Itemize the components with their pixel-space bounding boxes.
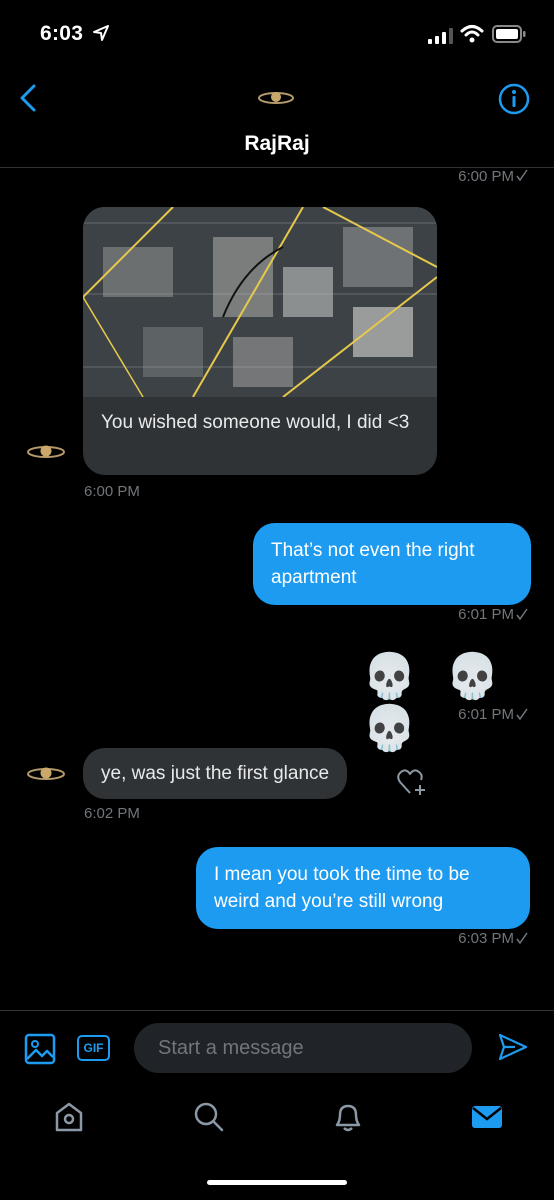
- sender-avatar[interactable]: [26, 762, 66, 786]
- image-icon[interactable]: [24, 1033, 56, 1065]
- info-icon[interactable]: [497, 82, 531, 116]
- wifi-icon: [460, 25, 484, 43]
- message-timestamp: 6:01 PM: [458, 606, 514, 623]
- mail-icon[interactable]: [470, 1100, 504, 1134]
- message-timestamp: 6:00 PM: [458, 168, 514, 185]
- send-icon[interactable]: [497, 1031, 529, 1063]
- back-chevron-icon[interactable]: [14, 82, 44, 114]
- location-arrow-icon: [93, 25, 109, 41]
- status-time: 6:03: [40, 22, 84, 45]
- contact-avatar[interactable]: [258, 88, 294, 108]
- emoji-message[interactable]: 💀 💀 💀: [362, 650, 554, 754]
- message-input[interactable]: [134, 1023, 472, 1073]
- image-message[interactable]: You wished someone would, I did <3: [83, 207, 437, 475]
- bell-icon[interactable]: [331, 1100, 365, 1134]
- status-bar: 6:03: [0, 0, 554, 70]
- heart-add-icon[interactable]: [396, 766, 428, 798]
- compose-bar: GIF: [0, 1010, 554, 1082]
- gif-button[interactable]: GIF: [77, 1035, 110, 1061]
- sent-check-icon: [516, 708, 528, 721]
- sent-check-icon: [516, 932, 528, 945]
- conversation-header: RajRaj: [0, 70, 554, 168]
- cellular-signal-icon: [428, 28, 453, 44]
- battery-icon: [492, 25, 526, 43]
- message-timestamp: 6:00 PM: [84, 483, 140, 500]
- home-icon[interactable]: [52, 1100, 86, 1134]
- message-timestamp: 6:02 PM: [84, 805, 140, 822]
- sender-avatar[interactable]: [26, 440, 66, 464]
- incoming-message[interactable]: ye, was just the first glance: [83, 748, 348, 799]
- home-indicator: [207, 1180, 347, 1185]
- outgoing-message[interactable]: That’s not even the right apartment: [253, 523, 531, 605]
- sent-check-icon: [516, 608, 528, 621]
- map-image[interactable]: [83, 207, 437, 397]
- contact-name[interactable]: RajRaj: [0, 132, 554, 156]
- message-timestamp: 6:03 PM: [458, 930, 514, 947]
- outgoing-message[interactable]: I mean you took the time to be weird and…: [196, 847, 530, 929]
- search-icon[interactable]: [192, 1100, 226, 1134]
- image-caption: You wished someone would, I did <3: [101, 412, 410, 433]
- sent-check-icon: [516, 169, 528, 182]
- message-timestamp: 6:01 PM: [458, 706, 514, 723]
